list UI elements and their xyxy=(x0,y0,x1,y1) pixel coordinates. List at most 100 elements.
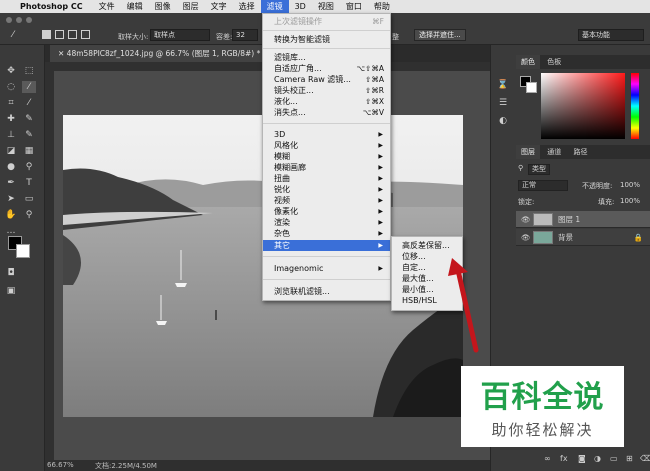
visibility-eye-icon[interactable]: 👁 xyxy=(521,211,531,228)
clone-stamp-icon[interactable]: ⊥ xyxy=(4,129,18,141)
brush-tool-icon[interactable]: ✎ xyxy=(22,113,36,125)
layers-panel-tabs: 图层 通道 路径 xyxy=(516,145,650,159)
screen-mode-icon[interactable]: ▣ xyxy=(4,285,18,297)
color-panel-bg-swatch[interactable] xyxy=(526,82,537,93)
menu-image[interactable]: 图像 xyxy=(149,0,177,13)
history-panel-icon[interactable]: ⌛ xyxy=(496,79,510,91)
menu-3d[interactable]: 3D xyxy=(289,0,312,13)
color-picker-field[interactable] xyxy=(541,73,625,139)
lasso-tool-icon[interactable]: ◌ xyxy=(4,81,18,93)
new-layer-icon[interactable]: ⊞ xyxy=(626,454,633,463)
new-selection-icon[interactable] xyxy=(42,30,51,39)
opacity-value[interactable]: 100% xyxy=(620,181,640,189)
menu-item-other[interactable]: 其它 ▶ xyxy=(263,240,390,251)
menu-file[interactable]: 文件 xyxy=(93,0,121,13)
add-selection-icon[interactable] xyxy=(55,30,64,39)
tab-close-icon[interactable]: ✕ xyxy=(58,49,67,58)
adjustment-layer-icon[interactable]: ◑ xyxy=(594,454,601,463)
layer-row-background[interactable]: 👁 背景 🔒 xyxy=(516,229,650,246)
zoom-tool-icon[interactable]: ⚲ xyxy=(22,209,36,221)
history-brush-icon[interactable]: ✎ xyxy=(22,129,36,141)
tab-layers[interactable]: 图层 xyxy=(516,145,540,159)
eyedropper-tool-icon[interactable]: ⁄ xyxy=(22,97,36,109)
menu-item-sharpen[interactable]: 锐化 ▶ xyxy=(263,184,390,195)
visibility-eye-icon[interactable]: 👁 xyxy=(521,229,531,246)
submenu-arrow-icon: ▶ xyxy=(378,265,383,272)
link-icon[interactable]: ∞ xyxy=(544,454,551,463)
menu-item-imagenomic[interactable]: Imagenomic ▶ xyxy=(263,263,390,274)
sample-size-select[interactable]: 取样点 xyxy=(150,29,210,41)
layer-kind-select[interactable]: 类型 xyxy=(528,164,550,175)
layer-row-layer1[interactable]: 👁 图层 1 xyxy=(516,211,650,228)
healing-brush-icon[interactable]: ✚ xyxy=(4,113,18,125)
menu-item-liquify[interactable]: 液化... ⇧⌘X xyxy=(263,96,390,107)
menu-item-render[interactable]: 渲染 ▶ xyxy=(263,217,390,228)
menu-layer[interactable]: 图层 xyxy=(177,0,205,13)
shortcut-label: ⇧⌘X xyxy=(365,97,384,106)
hue-slider[interactable] xyxy=(631,73,639,139)
pen-tool-icon[interactable]: ✒ xyxy=(4,177,18,189)
menu-item-blur-gallery[interactable]: 模糊画廊 ▶ xyxy=(263,162,390,173)
document-tab[interactable]: ✕ 48m58PIC8zf_1024.jpg @ 66.7% (图层 1, RG… xyxy=(50,45,269,62)
app-name[interactable]: Photoshop CC xyxy=(20,2,83,11)
background-color-swatch[interactable] xyxy=(16,244,30,258)
crop-tool-icon[interactable]: ⌗ xyxy=(4,97,18,109)
menu-item-browse-online-filters[interactable]: 浏览联机滤镜... xyxy=(263,286,390,297)
blur-tool-icon[interactable]: ● xyxy=(4,161,18,173)
layer-filter-row: ⚲ 类型 xyxy=(518,164,648,176)
menu-item-lens-correction[interactable]: 镜头校正... ⇧⌘R xyxy=(263,85,390,96)
tab-channels[interactable]: 通道 xyxy=(542,145,566,159)
menu-item-label: 上次滤镜操作 xyxy=(274,17,322,26)
zoom-level[interactable]: 66.67% xyxy=(47,461,74,469)
menu-window[interactable]: 窗口 xyxy=(340,0,368,13)
menu-item-pixelate[interactable]: 像素化 ▶ xyxy=(263,206,390,217)
move-tool-icon[interactable]: ✥ xyxy=(4,65,18,77)
menu-item-blur[interactable]: 模糊 ▶ xyxy=(263,151,390,162)
menu-item-last-filter[interactable]: 上次滤镜操作 ⌘F xyxy=(263,16,390,27)
menu-item-stylize[interactable]: 风格化 ▶ xyxy=(263,140,390,151)
menu-item-noise[interactable]: 杂色 ▶ xyxy=(263,228,390,239)
magic-wand-icon[interactable]: ⁄ xyxy=(22,81,36,93)
menu-item-video[interactable]: 视频 ▶ xyxy=(263,195,390,206)
group-folder-icon[interactable]: ▭ xyxy=(610,454,618,463)
properties-panel-icon[interactable]: ☰ xyxy=(496,97,510,109)
type-tool-icon[interactable]: T xyxy=(22,177,36,189)
subtract-selection-icon[interactable] xyxy=(68,30,77,39)
magic-wand-tool-icon[interactable]: ⁄ xyxy=(6,29,20,41)
menu-view[interactable]: 视图 xyxy=(312,0,340,13)
menu-item-camera-raw[interactable]: Camera Raw 滤镜... ⇧⌘A xyxy=(263,74,390,85)
menu-item-convert-smart-filter[interactable]: 转换为智能滤镜 xyxy=(263,34,390,45)
adjustments-panel-icon[interactable]: ◐ xyxy=(496,115,510,127)
select-and-mask-button[interactable]: 选择并遮住... xyxy=(414,29,466,41)
blend-mode-select[interactable]: 正常 xyxy=(518,180,568,191)
menu-type[interactable]: 文字 xyxy=(205,0,233,13)
menu-help[interactable]: 帮助 xyxy=(368,0,396,13)
tab-color[interactable]: 颜色 xyxy=(516,55,540,69)
eraser-tool-icon[interactable]: ◪ xyxy=(4,145,18,157)
menu-item-filter-gallery[interactable]: 滤镜库... xyxy=(263,52,390,63)
dodge-tool-icon[interactable]: ⚲ xyxy=(22,161,36,173)
menu-item-vanishing-point[interactable]: 消失点... ⌥⌘V xyxy=(263,107,390,118)
workspace-select[interactable]: 基本功能 xyxy=(578,29,644,41)
trash-icon[interactable]: ⌫ xyxy=(640,454,650,463)
gradient-tool-icon[interactable]: ▦ xyxy=(22,145,36,157)
menu-item-3d[interactable]: 3D ▶ xyxy=(263,129,390,140)
menu-item-adaptive-wide-angle[interactable]: 自适应广角... ⌥⇧⌘A xyxy=(263,63,390,74)
path-select-icon[interactable]: ➤ xyxy=(4,193,18,205)
layer-thumbnail xyxy=(533,213,553,226)
menu-filter[interactable]: 滤镜 xyxy=(260,0,289,13)
fill-value[interactable]: 100% xyxy=(620,197,640,205)
menu-select[interactable]: 选择 xyxy=(233,0,261,13)
tab-swatches[interactable]: 色板 xyxy=(542,55,566,69)
hand-tool-icon[interactable]: ✋ xyxy=(4,209,18,221)
quick-mask-icon[interactable]: ◘ xyxy=(4,267,18,279)
tab-paths[interactable]: 路径 xyxy=(568,145,592,159)
shape-tool-icon[interactable]: ▭ xyxy=(22,193,36,205)
marquee-tool-icon[interactable]: ⬚ xyxy=(22,65,36,77)
menu-edit[interactable]: 编辑 xyxy=(121,0,149,13)
menu-item-distort[interactable]: 扭曲 ▶ xyxy=(263,173,390,184)
tolerance-input[interactable]: 32 xyxy=(232,29,258,41)
mask-icon[interactable]: ◙ xyxy=(578,454,586,463)
fx-icon[interactable]: fx xyxy=(560,454,568,463)
intersect-selection-icon[interactable] xyxy=(81,30,90,39)
